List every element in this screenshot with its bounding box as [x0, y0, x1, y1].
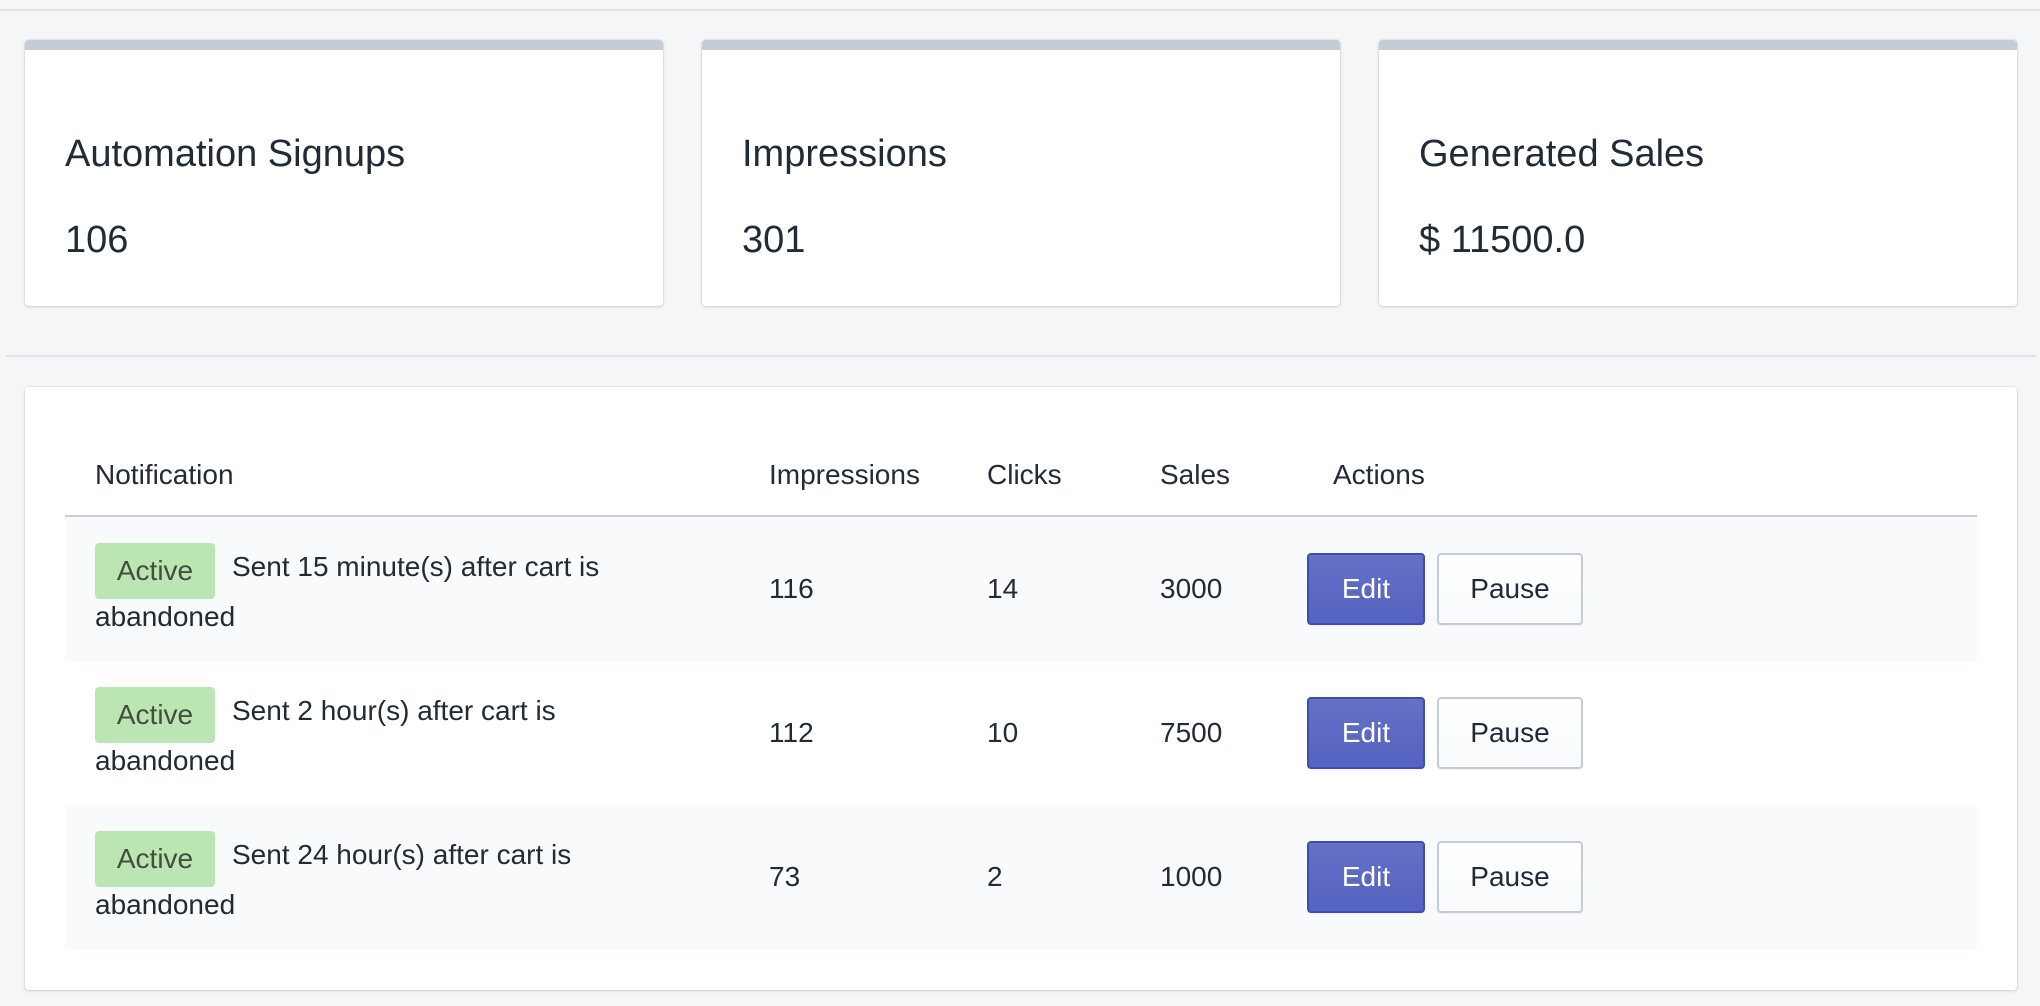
section-divider — [6, 355, 2036, 357]
stat-value: $ 11500.0 — [1419, 219, 1586, 261]
stat-label: Automation Signups — [65, 133, 406, 175]
stat-card-automation-signups: Automation Signups 106 — [25, 40, 663, 306]
card-accent-bar — [25, 40, 663, 50]
notification-description-cont: abandoned — [95, 601, 236, 632]
clicks-cell: 2 — [987, 861, 1003, 892]
stat-card-impressions: Impressions 301 — [702, 40, 1340, 306]
sales-cell: 1000 — [1160, 861, 1223, 892]
clicks-cell: 14 — [987, 573, 1019, 604]
status-badge: Active — [95, 543, 215, 599]
card-accent-bar — [1379, 40, 2017, 50]
status-badge: Active — [95, 687, 215, 743]
pause-button[interactable]: Pause — [1437, 841, 1583, 913]
edit-button[interactable]: Edit — [1307, 553, 1425, 625]
notifications-table-card: Notification Impressions Clicks Sales Ac… — [25, 387, 2017, 990]
stat-value: 106 — [65, 219, 129, 261]
stat-label: Impressions — [742, 133, 947, 175]
sales-cell: 7500 — [1160, 717, 1223, 748]
table-row: Active Sent 2 hour(s) after cart is aban… — [65, 661, 1977, 805]
table-row: Active Sent 15 minute(s) after cart is a… — [65, 517, 1977, 661]
notification-description-cont: abandoned — [95, 889, 236, 920]
stat-label: Generated Sales — [1419, 133, 1705, 175]
notification-description: Sent 2 hour(s) after cart is — [232, 695, 556, 726]
impressions-cell: 116 — [769, 573, 814, 604]
top-divider — [0, 9, 2040, 11]
notification-description: Sent 24 hour(s) after cart is — [232, 839, 572, 870]
status-badge: Active — [95, 831, 215, 887]
pause-button[interactable]: Pause — [1437, 697, 1583, 769]
notification-description: Sent 15 minute(s) after cart is — [232, 551, 600, 582]
header-actions: Actions — [1333, 459, 1425, 490]
header-clicks: Clicks — [987, 459, 1062, 490]
edit-button[interactable]: Edit — [1307, 697, 1425, 769]
impressions-cell: 73 — [769, 861, 801, 892]
sales-cell: 3000 — [1160, 573, 1223, 604]
impressions-cell: 112 — [769, 717, 814, 748]
table-header: Notification Impressions Clicks Sales Ac… — [65, 457, 1977, 517]
header-notification: Notification — [95, 459, 234, 490]
edit-button[interactable]: Edit — [1307, 841, 1425, 913]
notification-description-cont: abandoned — [95, 745, 236, 776]
stat-card-generated-sales: Generated Sales $ 11500.0 — [1379, 40, 2017, 306]
clicks-cell: 10 — [987, 717, 1019, 748]
header-impressions: Impressions — [769, 459, 920, 490]
pause-button[interactable]: Pause — [1437, 553, 1583, 625]
header-sales: Sales — [1160, 459, 1231, 490]
card-accent-bar — [702, 40, 1340, 50]
table-row: Active Sent 24 hour(s) after cart is aba… — [65, 805, 1977, 949]
stat-value: 301 — [742, 219, 806, 261]
